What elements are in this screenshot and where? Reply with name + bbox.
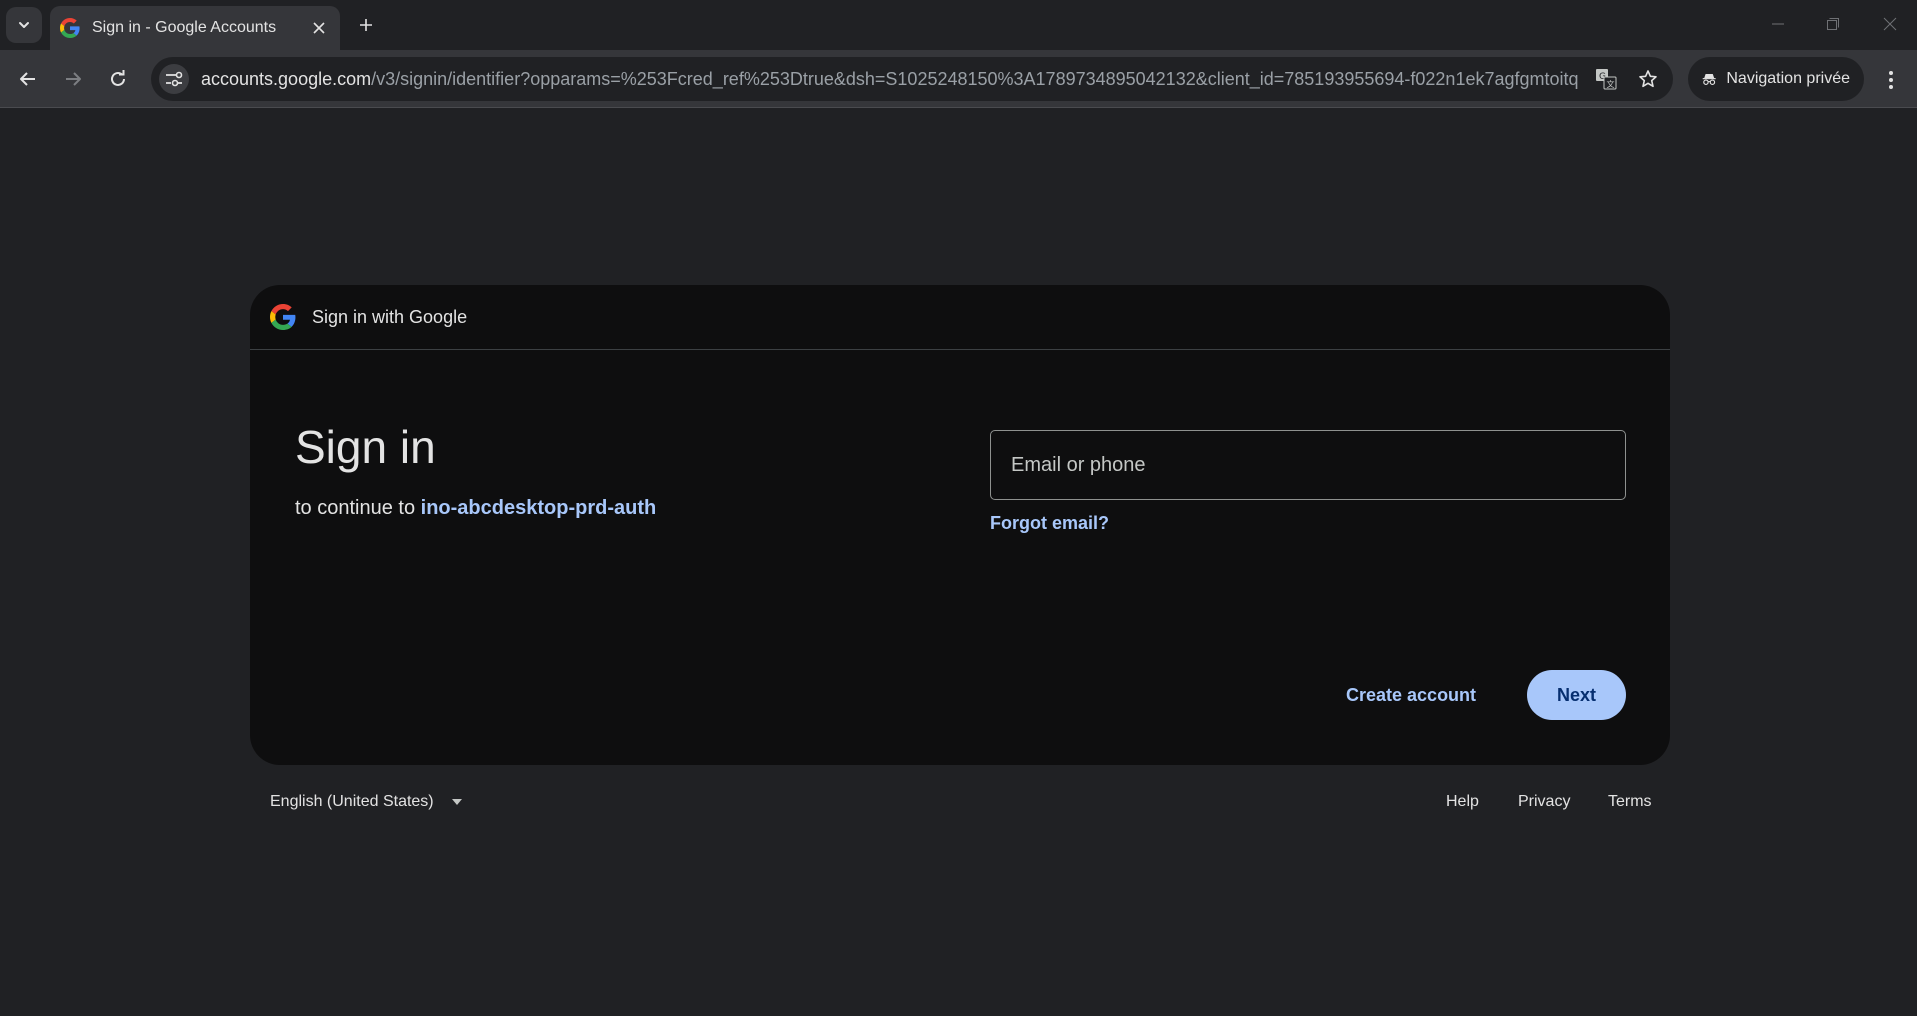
tab-search-button[interactable] <box>6 7 42 43</box>
restore-button[interactable] <box>1813 8 1853 40</box>
site-info-button[interactable] <box>159 64 189 94</box>
tab-strip: Sign in - Google Accounts <box>0 0 1917 50</box>
caret-down-icon <box>451 799 462 805</box>
incognito-icon <box>1702 73 1716 85</box>
incognito-indicator[interactable]: Navigation privée <box>1688 57 1864 101</box>
browser-menu-button[interactable] <box>1875 65 1907 95</box>
card-header: Sign in with Google <box>250 285 1670 350</box>
bookmark-button[interactable] <box>1633 64 1663 94</box>
translate-button[interactable]: G文 <box>1591 64 1621 94</box>
url-path: /v3/signin/identifier?opparams=%253Fcred… <box>371 68 1579 89</box>
back-arrow-icon <box>20 72 35 86</box>
next-button[interactable]: Next <box>1527 670 1626 720</box>
url-text[interactable]: accounts.google.com/v3/signin/identifier… <box>201 69 1579 90</box>
reload-button[interactable] <box>102 63 134 95</box>
create-account-button[interactable]: Create account <box>1330 670 1492 720</box>
subtitle-prefix: to continue to <box>295 497 421 519</box>
plus-icon <box>360 19 372 31</box>
incognito-label: Navigation privée <box>1726 70 1850 87</box>
minimize-button[interactable] <box>1758 8 1798 40</box>
reload-icon <box>111 70 125 86</box>
forward-arrow-icon <box>66 72 81 86</box>
url-host: accounts.google.com <box>201 68 372 89</box>
app-name-link[interactable]: ino-abcdesktop-prd-auth <box>421 497 657 519</box>
google-g-icon <box>270 304 296 330</box>
language-label: English (United States) <box>270 793 434 810</box>
forward-button[interactable] <box>57 63 89 95</box>
tab-search-icon <box>19 22 29 28</box>
translate-icon: G文 <box>1596 69 1617 90</box>
star-icon <box>1639 70 1657 88</box>
email-input[interactable] <box>991 431 1625 499</box>
help-link[interactable]: Help <box>1446 793 1479 811</box>
new-tab-button[interactable] <box>352 11 380 39</box>
close-icon <box>1883 17 1897 31</box>
email-field-container <box>990 430 1626 500</box>
subtitle: to continue to ino-abcdesktop-prd-auth <box>295 497 656 520</box>
tab-title: Sign in - Google Accounts <box>92 19 277 36</box>
privacy-link[interactable]: Privacy <box>1518 793 1570 811</box>
terms-link[interactable]: Terms <box>1608 793 1652 811</box>
site-info-icon <box>166 71 183 87</box>
back-button[interactable] <box>12 63 44 95</box>
svg-text:文: 文 <box>1607 79 1615 89</box>
forgot-email-link[interactable]: Forgot email? <box>990 513 1109 534</box>
language-selector[interactable]: English (United States) <box>270 793 462 811</box>
restore-icon <box>1827 18 1839 30</box>
tab-close-button[interactable] <box>308 17 330 39</box>
minimize-icon <box>1772 23 1784 25</box>
address-bar[interactable]: accounts.google.com/v3/signin/identifier… <box>151 57 1673 101</box>
browser-toolbar: accounts.google.com/v3/signin/identifier… <box>0 50 1917 108</box>
card-header-title: Sign in with Google <box>312 306 468 327</box>
active-tab[interactable]: Sign in - Google Accounts <box>50 6 340 50</box>
close-icon <box>313 22 325 34</box>
google-g-icon <box>60 18 80 38</box>
page-title: Sign in <box>295 421 436 473</box>
sign-in-card: Sign in with Google Sign in to continue … <box>250 285 1670 765</box>
kebab-menu-icon <box>1889 71 1893 89</box>
window-close-button[interactable] <box>1870 8 1910 40</box>
